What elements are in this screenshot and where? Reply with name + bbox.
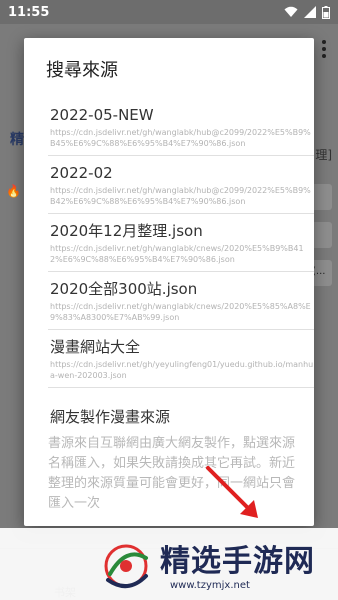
dialog-title: 搜尋來源 [46,60,118,81]
source-url: https://cdn.jsdelivr.net/gh/wanglabk/cne… [50,244,304,264]
source-list: 2022-05-NEW https://cdn.jsdelivr.net/gh/… [48,98,314,388]
source-name: 2020全部300站.json [50,280,198,298]
background-right-text: 理] [315,148,332,162]
source-name: 漫畫網站大全 [50,338,141,356]
battery-icon [322,5,330,19]
status-time: 11:55 [8,4,50,20]
source-url: https://cdn.jsdelivr.net/gh/yeyulingfeng… [50,360,314,380]
more-vert-icon [322,40,326,61]
status-icons [284,5,330,19]
source-url: https://cdn.jsdelivr.net/gh/wanglabk/hub… [50,186,311,206]
source-item[interactable]: 2020年12月整理.json https://cdn.jsdelivr.net… [48,214,314,272]
source-name: 2022-05-NEW [50,106,154,124]
source-name: 2020年12月整理.json [50,222,203,240]
source-url: https://cdn.jsdelivr.net/gh/wanglabk/cne… [50,302,311,322]
source-item[interactable]: 2022-02 https://cdn.jsdelivr.net/gh/wang… [48,156,314,214]
status-bar: 11:55 [0,0,338,24]
watermark: 精选手游网 www.tzymjx.net [0,528,338,600]
arrow-icon [206,466,258,518]
source-name: 2022-02 [50,164,113,182]
watermark-url: www.tzymjx.net [170,580,250,591]
watermark-logo-icon [104,544,148,588]
background-left-text: 精 [10,132,24,148]
watermark-title: 精选手游网 [160,544,315,579]
wifi-icon [284,6,298,17]
search-source-dialog: 搜尋來源 2022-05-NEW https://cdn.jsdelivr.ne… [24,38,314,526]
source-item[interactable]: 漫畫網站大全 https://cdn.jsdelivr.net/gh/yeyul… [48,330,314,388]
fire-icon: 🔥 [6,184,21,198]
source-item[interactable]: 2022-05-NEW https://cdn.jsdelivr.net/gh/… [48,98,314,156]
source-item[interactable]: 2020全部300站.json https://cdn.jsdelivr.net… [48,272,314,330]
source-url: https://cdn.jsdelivr.net/gh/wanglabk/hub… [50,128,311,148]
section-title: 網友製作漫畫來源 [50,408,171,426]
signal-icon [304,6,316,18]
